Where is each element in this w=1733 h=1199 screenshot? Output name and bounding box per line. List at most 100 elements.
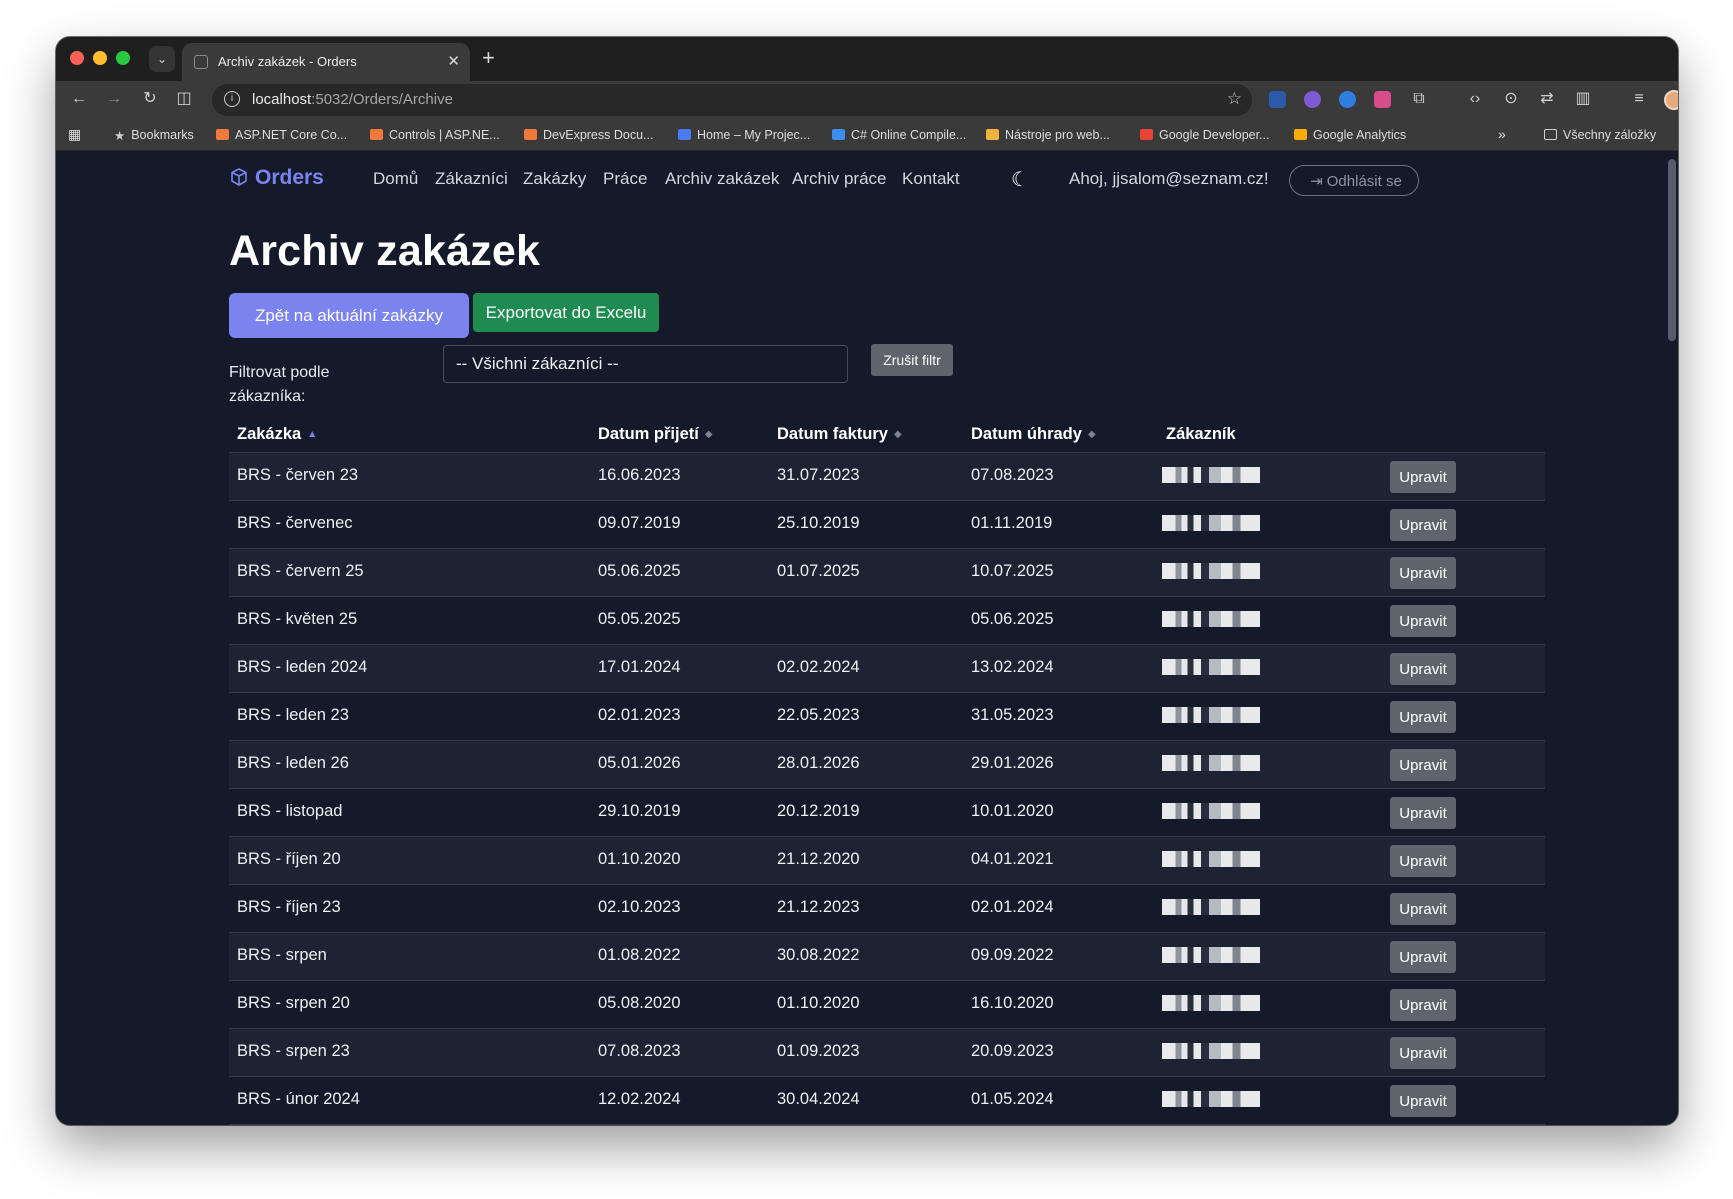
side-panel-icon[interactable]: ◫ xyxy=(173,89,195,109)
profile-avatar[interactable] xyxy=(1664,90,1678,110)
edit-button[interactable]: Upravit xyxy=(1390,989,1456,1021)
edit-button[interactable]: Upravit xyxy=(1390,941,1456,973)
edit-button[interactable]: Upravit xyxy=(1390,893,1456,925)
dark-mode-moon-icon[interactable]: ☾ xyxy=(1011,167,1029,192)
cell-order-name: BRS - říjen 23 xyxy=(237,898,341,916)
devtools-code-icon[interactable]: ‹› xyxy=(1464,89,1486,109)
brand-link[interactable]: Orders xyxy=(229,166,324,190)
clear-filter-button[interactable]: Zrušit filtr xyxy=(871,344,953,376)
edit-button[interactable]: Upravit xyxy=(1390,653,1456,685)
bookmark-label: Bookmarks xyxy=(131,128,194,142)
more-bookmarks-chevron-icon[interactable]: » xyxy=(1498,126,1506,142)
back-to-current-orders-button[interactable]: Zpět na aktuální zakázky xyxy=(229,293,469,338)
nav-link-customers[interactable]: Zákazníci xyxy=(435,169,508,189)
apps-grid-icon[interactable]: ▦ xyxy=(68,126,81,143)
screenshot-icon[interactable]: ⊙ xyxy=(1500,89,1522,109)
nav-link-contact[interactable]: Kontakt xyxy=(902,169,960,189)
header-received-date[interactable]: Datum přijetí ◆ xyxy=(598,425,713,444)
close-window-button[interactable] xyxy=(70,51,84,65)
cell-customer-redacted xyxy=(1162,1043,1260,1059)
edit-button[interactable]: Upravit xyxy=(1390,797,1456,829)
bookmark-star-icon[interactable]: ☆ xyxy=(1227,89,1242,109)
address-url[interactable]: localhost:5032/Orders/Archive xyxy=(252,91,453,108)
table-header: Zakázka ▲ Datum přijetí ◆ Datum faktury ◆ D… xyxy=(229,415,1545,453)
translate-icon[interactable]: ⇄ xyxy=(1536,89,1558,109)
edit-button[interactable]: Upravit xyxy=(1390,605,1456,637)
nav-link-home[interactable]: Domů xyxy=(373,169,418,189)
back-arrow-icon[interactable]: ← xyxy=(68,89,90,109)
header-order[interactable]: Zakázka ▲ xyxy=(237,425,317,444)
reading-mode-icon[interactable]: ▥ xyxy=(1572,89,1594,109)
bookmark-item[interactable]: Home – My Projec... xyxy=(678,128,810,142)
bookmark-label: C# Online Compile... xyxy=(851,128,967,142)
edit-button[interactable]: Upravit xyxy=(1390,1085,1456,1117)
cell-order-name: BRS - květen 25 xyxy=(237,610,358,628)
cell-invoice-date: 02.02.2024 xyxy=(777,658,860,676)
media-queue-icon[interactable]: ≡ xyxy=(1628,89,1650,109)
edit-button[interactable]: Upravit xyxy=(1390,749,1456,781)
cell-paid-date: 05.06.2025 xyxy=(971,610,1054,628)
extensions-puzzle-icon[interactable]: ⧉ xyxy=(1408,89,1430,109)
bookmark-item[interactable]: Nástroje pro web... xyxy=(986,128,1110,142)
edit-button[interactable]: Upravit xyxy=(1390,701,1456,733)
cell-paid-date: 31.05.2023 xyxy=(971,706,1054,724)
bookmark-favicon-icon xyxy=(370,129,383,140)
logout-button[interactable]: ⇥ Odhlásit se xyxy=(1289,165,1419,196)
edit-button[interactable]: Upravit xyxy=(1390,557,1456,589)
reload-icon[interactable]: ↻ xyxy=(139,89,161,109)
bookmark-label: DevExpress Docu... xyxy=(543,128,654,142)
bookmark-item[interactable]: DevExpress Docu... xyxy=(524,128,653,142)
header-paid-date[interactable]: Datum úhrady ◆ xyxy=(971,425,1096,444)
bookmark-item[interactable]: Google Analytics xyxy=(1294,128,1406,142)
header-invoice-date[interactable]: Datum faktury ◆ xyxy=(777,425,902,444)
all-bookmarks-folder[interactable]: Všechny záložky xyxy=(1544,128,1656,142)
forward-arrow-icon[interactable]: → xyxy=(103,89,125,109)
cell-received-date: 05.01.2026 xyxy=(598,754,681,772)
cell-received-date: 01.10.2020 xyxy=(598,850,681,868)
tab-close-icon[interactable]: ✕ xyxy=(447,52,460,70)
bookmark-item[interactable]: Controls | ASP.NE... xyxy=(370,128,500,142)
extension-k-icon[interactable] xyxy=(1269,91,1286,108)
cell-paid-date: 10.01.2020 xyxy=(971,802,1054,820)
export-excel-button[interactable]: Exportovat do Excelu xyxy=(473,293,659,332)
extension-purple-icon[interactable] xyxy=(1304,91,1321,108)
table-row: BRS - říjen 20 01.10.2020 21.12.2020 04.01.… xyxy=(229,837,1545,885)
nav-link-order-archive[interactable]: Archiv zakázek xyxy=(665,169,779,189)
cell-invoice-date: 21.12.2020 xyxy=(777,850,860,868)
edit-button[interactable]: Upravit xyxy=(1390,509,1456,541)
tab-search-chevron-icon[interactable]: ⌄ xyxy=(149,46,175,72)
extension-color-icon[interactable] xyxy=(1374,91,1391,108)
bookmark-item[interactable]: C# Online Compile... xyxy=(832,128,966,142)
edit-button[interactable]: Upravit xyxy=(1390,845,1456,877)
bookmark-item[interactable]: ASP.NET Core Co... xyxy=(216,128,347,142)
address-bar[interactable]: i localhost:5032/Orders/Archive ☆ xyxy=(212,84,1252,116)
table-row: BRS - listopad 29.10.2019 20.12.2019 10.01.… xyxy=(229,789,1545,837)
extension-clock-icon[interactable] xyxy=(1339,91,1356,108)
cell-received-date: 07.08.2023 xyxy=(598,1042,681,1060)
bookmark-label: Home – My Projec... xyxy=(697,128,811,142)
site-info-icon[interactable]: i xyxy=(224,91,240,107)
nav-link-work-archive[interactable]: Archiv práce xyxy=(792,169,886,189)
edit-button[interactable]: Upravit xyxy=(1390,1037,1456,1069)
cell-customer-redacted xyxy=(1162,515,1260,531)
bookmark-item[interactable]: ★ Bookmarks xyxy=(114,128,194,143)
table-body: BRS - červen 23 16.06.2023 31.07.2023 07.08… xyxy=(229,453,1545,1125)
cell-invoice-date: 22.05.2023 xyxy=(777,706,860,724)
page-scrollbar[interactable] xyxy=(1668,159,1676,341)
table-row: BRS - červen 23 16.06.2023 31.07.2023 07.08… xyxy=(229,453,1545,501)
cell-received-date: 29.10.2019 xyxy=(598,802,681,820)
cell-paid-date: 02.01.2024 xyxy=(971,898,1054,916)
nav-link-orders[interactable]: Zakázky xyxy=(523,169,586,189)
active-tab[interactable]: Archiv zakázek - Orders ✕ xyxy=(182,43,470,81)
nav-link-work[interactable]: Práce xyxy=(603,169,647,189)
user-greeting: Ahoj, jjsalom@seznam.cz! xyxy=(1069,169,1269,188)
bookmark-item[interactable]: Google Developer... xyxy=(1140,128,1270,142)
browser-toolbar: ← → ↻ ◫ i localhost:5032/Orders/Archive … xyxy=(56,81,1678,119)
minimize-window-button[interactable] xyxy=(93,51,107,65)
maximize-window-button[interactable] xyxy=(116,51,130,65)
customer-filter-select[interactable]: -- Všichni zákazníci -- xyxy=(443,345,848,383)
new-tab-plus-icon[interactable]: + xyxy=(482,45,495,71)
edit-button[interactable]: Upravit xyxy=(1390,461,1456,493)
header-customer: Zákazník xyxy=(1166,425,1236,443)
sort-asc-icon: ▲ xyxy=(307,429,318,440)
